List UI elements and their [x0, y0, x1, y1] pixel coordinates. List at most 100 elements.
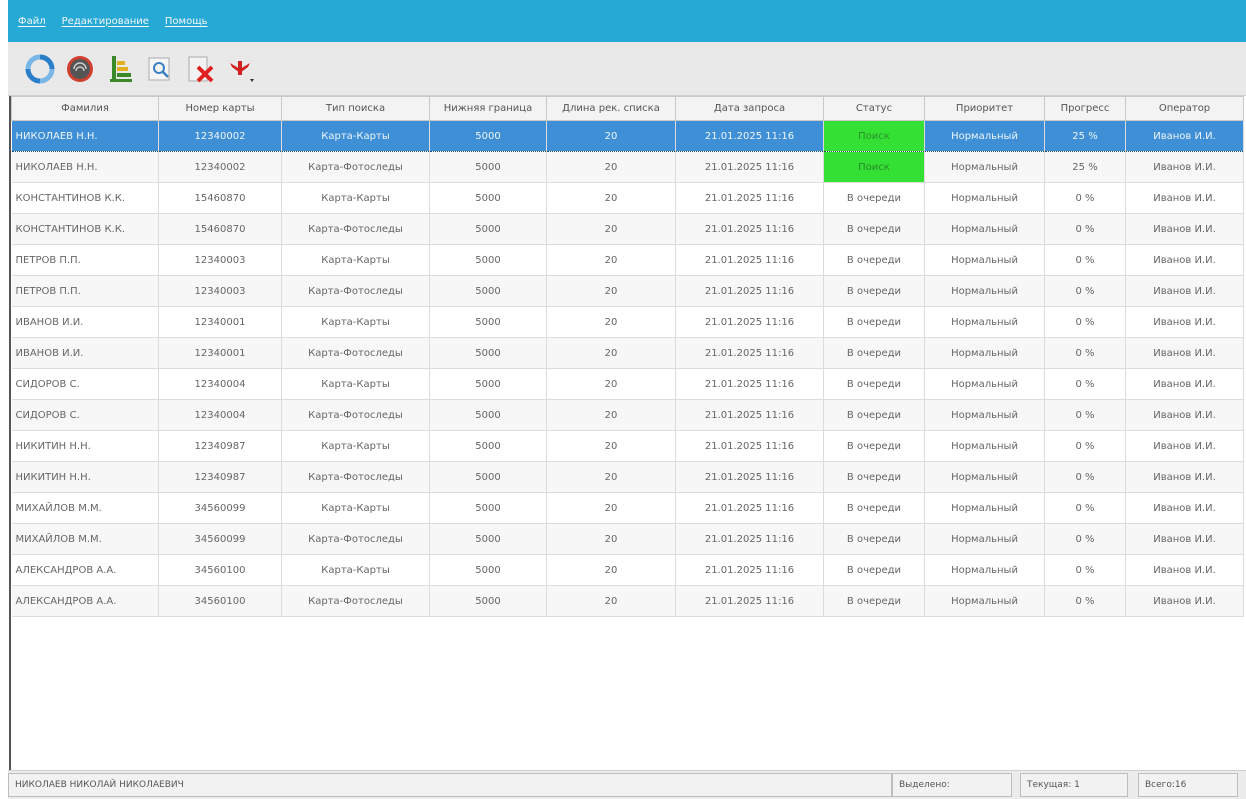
table-cell: Карта-Фотоследы	[281, 213, 430, 245]
column-header[interactable]: Нижняя граница	[429, 96, 547, 121]
menu-help[interactable]: Помощь	[165, 16, 208, 27]
table-cell: 21.01.2025 11:16	[675, 151, 824, 183]
column-header[interactable]: Тип поиска	[281, 96, 430, 121]
column-header[interactable]: Приоритет	[924, 96, 1045, 121]
table-cell: В очереди	[823, 554, 925, 586]
table-cell: 5000	[429, 368, 547, 400]
column-header[interactable]: Статус	[823, 96, 925, 121]
table-cell: 5000	[429, 461, 547, 493]
table-cell: 12340004	[158, 368, 282, 400]
table-cell: Нормальный	[924, 120, 1045, 152]
table-cell: Карта-Фотоследы	[281, 585, 430, 617]
table-cell: Карта-Фотоследы	[281, 523, 430, 555]
table-row[interactable]: АЛЕКСАНДРОВ А.А. 34560100 Карта-Карты 5000 2…	[11, 554, 1244, 586]
table-cell: Нормальный	[924, 554, 1045, 586]
refresh-icon	[25, 54, 55, 83]
table-cell: ПЕТРОВ П.П.	[11, 275, 159, 307]
menu-edit[interactable]: Редактирование	[62, 16, 149, 27]
table-cell: Иванов И.И.	[1125, 120, 1244, 152]
table-cell: Иванов И.И.	[1125, 368, 1244, 400]
table-cell: 12340003	[158, 244, 282, 276]
table-row[interactable]: МИХАЙЛОВ М.М. 34560099 Карта-Фотоследы 5000…	[11, 523, 1244, 555]
table-header-row: Фамилия Номер карты Тип поиска Нижняя грани…	[11, 96, 1244, 121]
status-badge: Поиск	[823, 151, 925, 183]
chevron-down-icon	[250, 78, 254, 82]
table-row[interactable]: ПЕТРОВ П.П. 12340003 Карта-Карты 5000 20 21.0…	[11, 244, 1244, 276]
column-header[interactable]: Длина рек. списка	[546, 96, 676, 121]
table-row[interactable]: НИКОЛАЕВ Н.Н. 12340002 Карта-Фотоследы 5000…	[11, 151, 1244, 183]
table-cell: Карта-Фотоследы	[281, 461, 430, 493]
table-cell: 20	[546, 461, 676, 493]
table-cell: АЛЕКСАНДРОВ А.А.	[11, 554, 159, 586]
toolbar	[8, 42, 1246, 96]
table-row[interactable]: КОНСТАНТИНОВ К.К. 15460870 Карта-Карты 5000…	[11, 182, 1244, 214]
status-bar: НИКОЛАЕВ НИКОЛАЙ НИКОЛАЕВИЧ Выделено: Те…	[8, 770, 1246, 799]
table-cell: 5000	[429, 554, 547, 586]
table-cell: 5000	[429, 492, 547, 524]
table-row[interactable]: НИКИТИН Н.Н. 12340987 Карта-Фотоследы 5000 2…	[11, 461, 1244, 493]
column-header[interactable]: Дата запроса	[675, 96, 824, 121]
table-cell: Иванов И.И.	[1125, 461, 1244, 493]
table-cell: 21.01.2025 11:16	[675, 337, 824, 369]
table-cell: Нормальный	[924, 492, 1045, 524]
table-cell: 21.01.2025 11:16	[675, 120, 824, 152]
fingerprint-button[interactable]	[62, 51, 98, 87]
table-row[interactable]: НИКИТИН Н.Н. 12340987 Карта-Карты 5000 20 21.…	[11, 430, 1244, 462]
table-cell: В очереди	[823, 337, 925, 369]
column-header[interactable]: Фамилия	[11, 96, 159, 121]
table-cell: Иванов И.И.	[1125, 213, 1244, 245]
table-cell: 20	[546, 430, 676, 462]
table-cell: 5000	[429, 120, 547, 152]
table-cell: 21.01.2025 11:16	[675, 554, 824, 586]
table-cell: Иванов И.И.	[1125, 585, 1244, 617]
table-cell: Иванов И.И.	[1125, 306, 1244, 338]
delete-icon	[188, 56, 214, 82]
table-cell: 21.01.2025 11:16	[675, 182, 824, 214]
table-row[interactable]: ИВАНОВ И.И. 12340001 Карта-Карты 5000 20 21.0…	[11, 306, 1244, 338]
table-cell: НИКОЛАЕВ Н.Н.	[11, 151, 159, 183]
table-cell: СИДОРОВ С.	[11, 368, 159, 400]
table-cell: Нормальный	[924, 306, 1045, 338]
table-cell: Карта-Фотоследы	[281, 275, 430, 307]
sort-button[interactable]	[102, 51, 138, 87]
table-cell: 0 %	[1044, 182, 1126, 214]
column-header[interactable]: Оператор	[1125, 96, 1244, 121]
table-row[interactable]: СИДОРОВ С. 12340004 Карта-Карты 5000 20 21.01…	[11, 368, 1244, 400]
table-cell: Иванов И.И.	[1125, 523, 1244, 555]
table-row[interactable]: НИКОЛАЕВ Н.Н. 12340002 Карта-Карты 5000 20 21…	[11, 120, 1244, 152]
table-cell: 5000	[429, 585, 547, 617]
table-cell: 12340001	[158, 306, 282, 338]
table-cell: 34560099	[158, 523, 282, 555]
delete-button[interactable]	[182, 51, 218, 87]
table-cell: 0 %	[1044, 399, 1126, 431]
table-cell: 0 %	[1044, 213, 1126, 245]
table-cell: Нормальный	[924, 461, 1045, 493]
table-cell: ИВАНОВ И.И.	[11, 306, 159, 338]
menu-file[interactable]: Файл	[18, 16, 46, 27]
table-cell: 20	[546, 151, 676, 183]
table-cell: 5000	[429, 244, 547, 276]
search-button[interactable]	[142, 51, 178, 87]
table-cell: 0 %	[1044, 554, 1126, 586]
table-cell: 15460870	[158, 213, 282, 245]
priority-dropdown-button[interactable]	[222, 51, 258, 87]
table-cell: В очереди	[823, 523, 925, 555]
table-row[interactable]: КОНСТАНТИНОВ К.К. 15460870 Карта-Фотоследы…	[11, 213, 1244, 245]
table-cell: Карта-Карты	[281, 120, 430, 152]
table-cell: Иванов И.И.	[1125, 275, 1244, 307]
table-cell: Иванов И.И.	[1125, 182, 1244, 214]
column-header[interactable]: Номер карты	[158, 96, 282, 121]
table-cell: Нормальный	[924, 213, 1045, 245]
table-row[interactable]: МИХАЙЛОВ М.М. 34560099 Карта-Карты 5000 20 21…	[11, 492, 1244, 524]
table-cell: 21.01.2025 11:16	[675, 306, 824, 338]
table-row[interactable]: ПЕТРОВ П.П. 12340003 Карта-Фотоследы 5000 20…	[11, 275, 1244, 307]
table-row[interactable]: ИВАНОВ И.И. 12340001 Карта-Фотоследы 5000 20…	[11, 337, 1244, 369]
column-header[interactable]: Прогресс	[1044, 96, 1126, 121]
table-cell: 5000	[429, 430, 547, 462]
table-row[interactable]: СИДОРОВ С. 12340004 Карта-Фотоследы 5000 20 2…	[11, 399, 1244, 431]
table-cell: Карта-Карты	[281, 182, 430, 214]
table-cell: 21.01.2025 11:16	[675, 399, 824, 431]
refresh-button[interactable]	[22, 51, 58, 87]
table-cell: 20	[546, 120, 676, 152]
table-row[interactable]: АЛЕКСАНДРОВ А.А. 34560100 Карта-Фотоследы 5…	[11, 585, 1244, 617]
